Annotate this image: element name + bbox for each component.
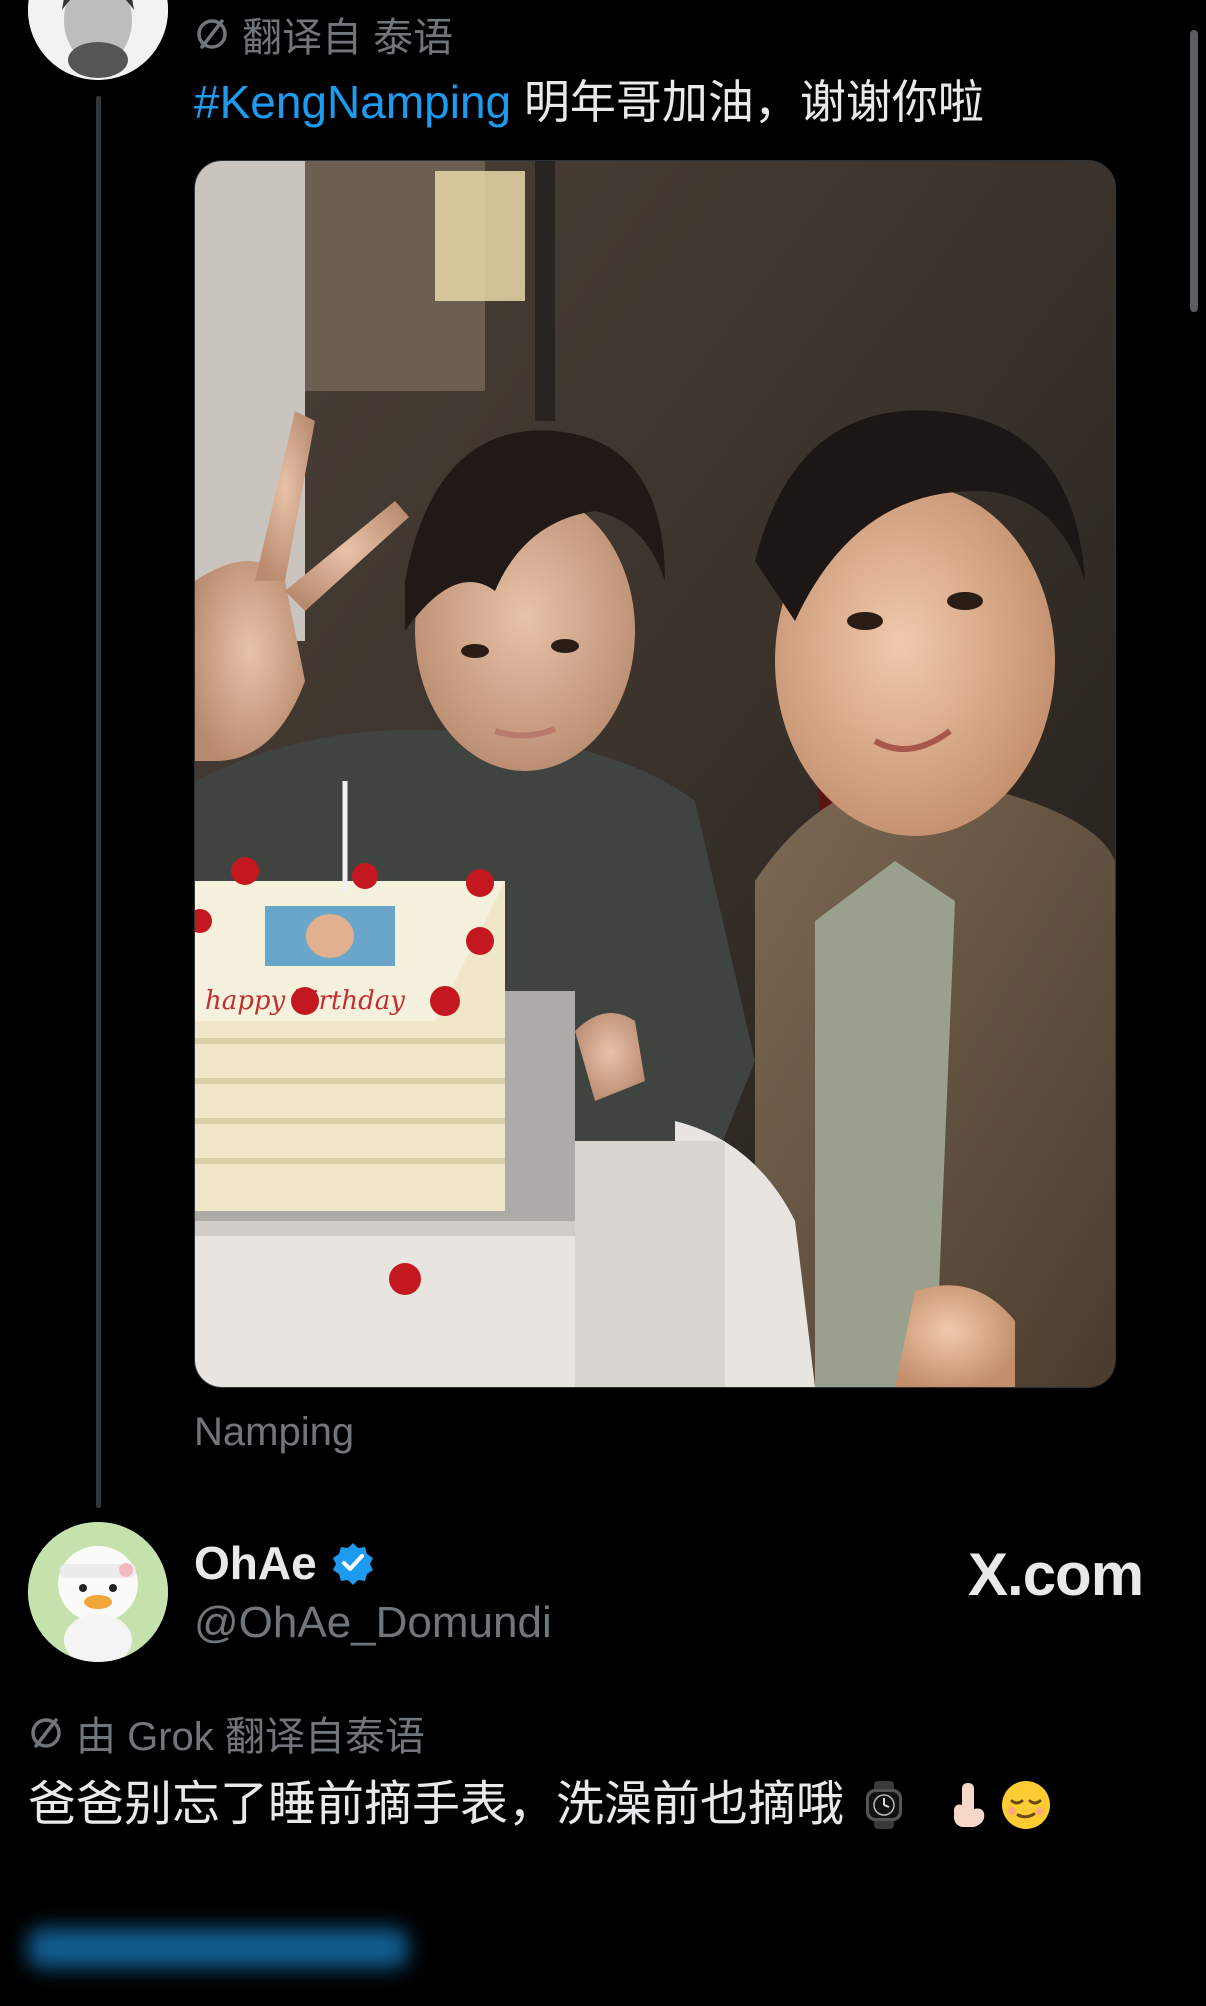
pinched-hand-emoji-icon — [944, 1779, 996, 1831]
blurred-hashtag-fragment — [28, 1928, 408, 1968]
hashtag-link[interactable]: #KengNamping — [194, 76, 511, 128]
scrollbar[interactable] — [1190, 30, 1198, 312]
handle[interactable]: @OhAe_Domundi — [194, 1598, 552, 1648]
quote-body: 爸爸别忘了睡前摘手表，洗澡前也摘哦 — [28, 1778, 845, 1831]
relieved-face-emoji-icon — [1000, 1779, 1052, 1831]
x-com-watermark: X.com — [968, 1541, 1144, 1608]
translation-label-row[interactable]: 翻译自 泰语 — [194, 8, 453, 60]
slash-circle-icon — [31, 1718, 61, 1748]
post-body: 明年哥加油，谢谢你啦 — [511, 76, 984, 128]
translation-label: 翻译自 泰语 — [242, 16, 454, 60]
quote-text: 爸爸别忘了睡前摘手表，洗澡前也摘哦 — [28, 1770, 1052, 1840]
quote-author-name-row[interactable]: OhAe — [194, 1536, 375, 1590]
verified-badge-icon — [332, 1543, 373, 1585]
post-text: #KengNamping 明年哥加油，谢谢你啦 — [194, 70, 984, 134]
grok-translation-row[interactable]: 由 Grok 翻译自泰语 — [28, 1704, 425, 1762]
display-name[interactable]: OhAe — [194, 1536, 317, 1590]
thread-connector-line — [96, 96, 101, 1508]
grok-translation-label: 由 Grok 翻译自泰语 — [76, 1715, 425, 1759]
photo-caption: Namping — [194, 1410, 355, 1454]
slash-circle-icon — [197, 19, 227, 49]
watch-emoji-icon — [858, 1779, 910, 1831]
quote-author-avatar[interactable] — [28, 1522, 168, 1662]
post-photo[interactable]: happy birthday — [194, 160, 1116, 1388]
author-avatar[interactable] — [28, 0, 168, 80]
